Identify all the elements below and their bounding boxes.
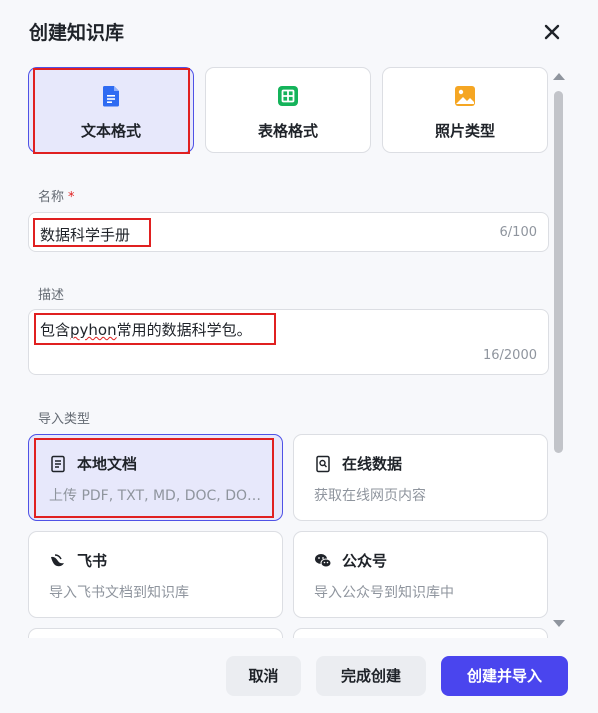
dialog-title: 创建知识库	[29, 22, 125, 44]
format-label-text: 文本格式	[80, 122, 141, 140]
description-misspelled-word: pyhon	[70, 321, 117, 339]
import-desc-local: 上传 PDF, TXT, MD, DOC, DOCX 格式的本地文件	[49, 488, 264, 504]
import-name-feishu: 飞书	[77, 552, 108, 570]
import-name-local: 本地文档	[77, 455, 138, 473]
import-card-feishu[interactable]: 飞书 导入飞书文档到知识库	[28, 531, 283, 618]
name-input[interactable]: 数据科学手册 6/100	[28, 212, 549, 252]
import-card-wechat-official[interactable]: 公众号 导入公众号到知识库中	[293, 531, 548, 618]
create-knowledge-base-dialog: 创建知识库 文本格式 表格格式 照片类型 名称 * 数据科学手册 6/100 描…	[0, 0, 598, 713]
document-icon	[103, 86, 119, 107]
import-card-online-data[interactable]: 在线数据 获取在线网页内容	[293, 434, 548, 521]
name-input-value: 数据科学手册	[40, 226, 131, 244]
import-card-local-document[interactable]: 本地文档 上传 PDF, TXT, MD, DOC, DOCX 格式的本地文件	[28, 434, 283, 521]
spreadsheet-icon	[278, 86, 298, 106]
format-card-text[interactable]: 文本格式	[28, 67, 194, 153]
required-mark: *	[68, 190, 75, 205]
finish-create-button[interactable]: 完成创建	[316, 656, 426, 696]
description-value: 包含pyhon常用的数据科学包。	[40, 319, 252, 340]
image-icon	[455, 86, 475, 106]
description-field-label: 描述	[38, 288, 65, 303]
scroll-up-arrow[interactable]	[553, 73, 565, 80]
description-char-counter: 16/2000	[482, 348, 537, 363]
wechat-icon	[315, 554, 332, 568]
format-card-photo[interactable]: 照片类型	[382, 67, 548, 153]
scrollbar-thumb[interactable]	[554, 91, 563, 453]
import-desc-feishu: 导入飞书文档到知识库	[49, 585, 189, 601]
import-desc-wechat: 导入公众号到知识库中	[314, 585, 454, 601]
web-page-icon	[316, 455, 330, 473]
import-type-label: 导入类型	[38, 412, 91, 427]
feishu-icon	[51, 554, 64, 567]
create-and-import-button[interactable]: 创建并导入	[441, 656, 568, 696]
description-text-prefix: 包含	[40, 321, 71, 339]
import-desc-online: 获取在线网页内容	[314, 488, 426, 504]
cancel-button[interactable]: 取消	[226, 656, 301, 696]
name-char-counter: 6/100	[499, 225, 537, 240]
description-textarea[interactable]: 包含pyhon常用的数据科学包。 16/2000	[28, 309, 549, 375]
name-label-text: 名称	[38, 190, 65, 205]
description-text-suffix: 常用的数据科学包。	[116, 321, 252, 339]
format-card-table[interactable]: 表格格式	[205, 67, 371, 153]
import-name-wechat: 公众号	[342, 552, 388, 570]
name-field-label: 名称 *	[38, 186, 75, 205]
scroll-down-arrow[interactable]	[553, 620, 565, 627]
import-name-online: 在线数据	[342, 455, 403, 473]
format-label-table: 表格格式	[257, 122, 318, 140]
format-label-photo: 照片类型	[434, 122, 495, 140]
close-icon	[544, 24, 560, 40]
close-button[interactable]	[541, 21, 563, 43]
file-icon	[51, 455, 65, 473]
